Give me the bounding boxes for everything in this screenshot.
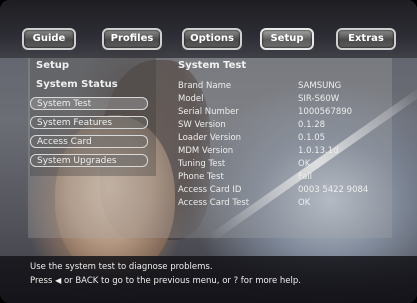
help-bar: Use the system test to diagnose problems… (0, 256, 417, 303)
tab-profiles[interactable]: Profiles (102, 28, 162, 50)
help-line-2: Press ◀ or BACK to go to the previous me… (30, 276, 301, 286)
tab-extras[interactable]: Extras (336, 28, 396, 50)
help-rest-text: or BACK to go to the previous menu, or ?… (63, 276, 301, 286)
help-press-text: Press (30, 276, 53, 286)
detail-title: System Test (178, 60, 247, 71)
detail-label: Serial Number (178, 107, 239, 117)
detail-label: Loader Version (178, 133, 242, 143)
detail-value: OK (298, 198, 311, 208)
detail-value: Fail (298, 172, 313, 182)
menu-item-system-test[interactable]: System Test (30, 97, 148, 110)
tab-setup[interactable]: Setup (260, 28, 314, 50)
detail-label: Access Card Test (178, 198, 250, 208)
menu-item-system-status[interactable]: System Status (30, 78, 148, 91)
menu-item-system-upgrades[interactable]: System Upgrades (30, 154, 148, 167)
tab-options[interactable]: Options (182, 28, 242, 50)
detail-value: 1000567890 (298, 107, 353, 117)
detail-row: MDM Version 1.0.13.1d (178, 145, 388, 157)
detail-value: OK (298, 159, 311, 169)
detail-label: Access Card ID (178, 185, 242, 195)
top-nav-bar: Guide Profiles Options Setup Extras (0, 0, 417, 58)
detail-row: Brand Name SAMSUNG (178, 80, 388, 92)
detail-row: Access Card Test OK (178, 197, 388, 209)
detail-value: 0.1.28 (298, 120, 326, 130)
detail-label: Model (178, 94, 204, 104)
detail-row: Access Card ID 0003 5422 9084 (178, 184, 388, 196)
detail-row: SW Version 0.1.28 (178, 119, 388, 131)
detail-row: Serial Number 1000567890 (178, 106, 388, 118)
detail-value: 0.1.05 (298, 133, 326, 143)
detail-row: Loader Version 0.1.05 (178, 132, 388, 144)
detail-label: Tuning Test (178, 159, 226, 169)
menu-item-system-features[interactable]: System Features (30, 116, 148, 129)
detail-value: SAMSUNG (298, 81, 342, 91)
detail-value: 1.0.13.1d (298, 146, 339, 156)
detail-value: SIR-S60W (298, 94, 340, 104)
detail-row: Tuning Test OK (178, 158, 388, 170)
tab-guide[interactable]: Guide (22, 28, 76, 50)
detail-row: Model SIR-S60W (178, 93, 388, 105)
detail-label: Phone Test (178, 172, 224, 182)
left-arrow-icon: ◀ (55, 276, 62, 285)
detail-label: MDM Version (178, 146, 234, 156)
tv-screen: Guide Profiles Options Setup Extras Setu… (0, 0, 417, 303)
setup-menu-title: Setup (36, 60, 70, 71)
menu-item-access-card[interactable]: Access Card (30, 135, 148, 148)
detail-label: Brand Name (178, 81, 232, 91)
detail-value: 0003 5422 9084 (298, 185, 369, 195)
help-line-1: Use the system test to diagnose problems… (30, 262, 213, 272)
detail-label: SW Version (178, 120, 226, 130)
detail-row: Phone Test Fail (178, 171, 388, 183)
